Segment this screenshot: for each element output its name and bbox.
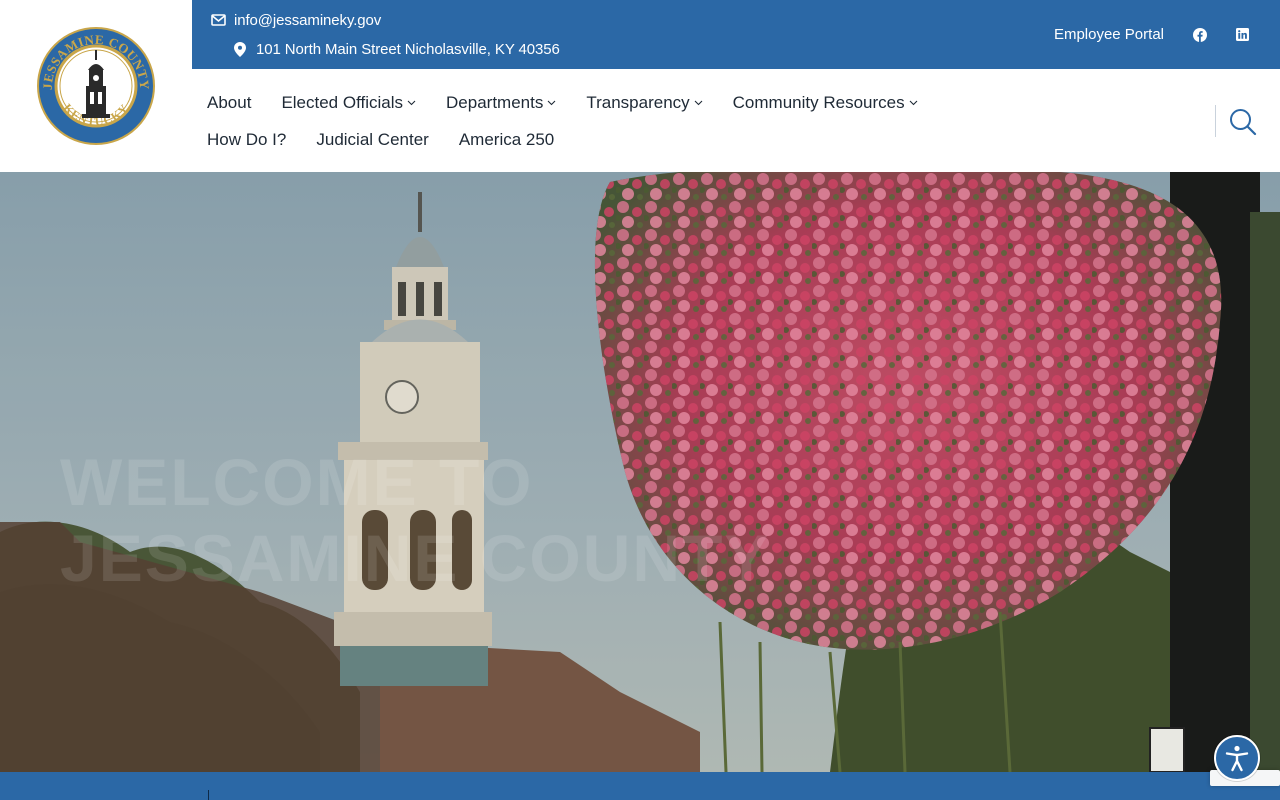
envelope-icon — [210, 12, 226, 28]
nav-item-label: Community Resources — [732, 92, 905, 112]
accessibility-icon — [1225, 745, 1249, 772]
chevron-down-icon — [547, 100, 556, 106]
site-logo[interactable]: JESSAMINE COUNTY KENTUCKY — [0, 0, 192, 172]
hero-welcome-line1: Welcome to — [60, 445, 534, 519]
nav-item-label: Elected Officials — [281, 92, 404, 112]
main-navigation: About Elected Officials Departments Tran… — [207, 84, 1107, 158]
contact-address: 101 North Main Street Nicholasville, KY … — [210, 39, 560, 59]
nav-item-label: Judicial Center — [316, 129, 429, 149]
nav-item-label: Transparency — [586, 92, 690, 112]
nav-item-community-resources[interactable]: Community Resources — [733, 93, 918, 113]
bottom-bar-divider — [208, 790, 209, 800]
nav-item-label: Departments — [446, 92, 544, 112]
utility-links: Employee Portal — [1054, 0, 1250, 69]
top-utility-bar: info@jessamineky.gov 101 North Main Stre… — [192, 0, 1280, 69]
nav-item-transparency[interactable]: Transparency — [586, 92, 703, 113]
chevron-down-icon — [909, 100, 917, 106]
chevron-down-icon — [407, 100, 416, 106]
nav-item-how-do-i[interactable]: How Do I? — [207, 130, 286, 150]
nav-item-about[interactable]: About — [207, 93, 251, 113]
nav-row-primary: About Elected Officials Departments Tran… — [207, 84, 1107, 121]
accessibility-button[interactable] — [1214, 735, 1260, 781]
contact-email[interactable]: info@jessamineky.gov — [210, 10, 560, 30]
nav-item-label: How Do I? — [207, 129, 287, 149]
chevron-down-icon — [694, 100, 703, 106]
nav-item-label: About — [207, 92, 252, 112]
county-seal-logo: JESSAMINE COUNTY KENTUCKY — [37, 27, 155, 145]
nav-row-secondary: How Do I? Judicial Center America 250 — [207, 121, 1107, 158]
facebook-icon[interactable] — [1192, 27, 1208, 43]
linkedin-icon[interactable] — [1234, 27, 1250, 43]
nav-item-judicial-center[interactable]: Judicial Center — [316, 130, 428, 150]
bottom-info-bar — [0, 772, 1280, 800]
contact-address-text: 101 North Main Street Nicholasville, KY … — [256, 40, 560, 58]
nav-item-america-250[interactable]: America 250 — [459, 130, 554, 150]
search-button[interactable] — [1228, 107, 1258, 137]
nav-item-departments[interactable]: Departments — [446, 93, 556, 113]
search-divider — [1215, 105, 1216, 137]
hero-welcome-heading: Welcome to Jessamine County — [60, 444, 770, 596]
nav-item-label: America 250 — [458, 129, 555, 149]
hero-welcome-line2: Jessamine County — [60, 521, 771, 595]
contact-info: info@jessamineky.gov 101 North Main Stre… — [210, 10, 560, 68]
hero-banner: Welcome to Jessamine County — [0, 172, 1280, 772]
employee-portal-link[interactable]: Employee Portal — [1054, 26, 1164, 43]
map-pin-icon — [232, 41, 248, 57]
search-icon — [1230, 109, 1257, 136]
contact-email-text[interactable]: info@jessamineky.gov — [234, 12, 381, 29]
nav-item-elected-officials[interactable]: Elected Officials — [281, 93, 416, 113]
